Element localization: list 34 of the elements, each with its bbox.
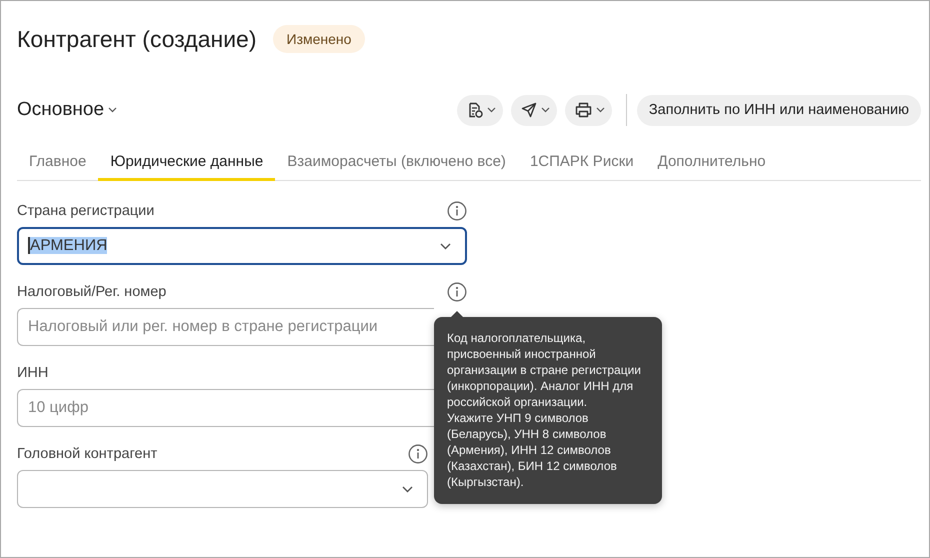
input-field[interactable]: 10 цифр — [17, 389, 434, 427]
info-icon[interactable] — [447, 282, 467, 302]
dropdown-icon — [440, 242, 451, 250]
printer-icon — [574, 102, 592, 118]
send-menu-button[interactable] — [510, 94, 557, 126]
select-field[interactable] — [17, 470, 428, 508]
caret-icon — [540, 107, 550, 113]
field-label: Налоговый/Рег. номер — [17, 284, 166, 300]
status-badge: Изменено — [272, 25, 366, 53]
field-label: Головной контрагент — [17, 446, 158, 462]
caret-icon — [596, 107, 605, 113]
tab[interactable]: Взаиморасчеты (включено все) — [275, 145, 518, 181]
select-field[interactable]: АРМЕНИЯ — [17, 227, 467, 265]
fill-by-inn-button[interactable]: Заполнить по ИНН или наименованию — [636, 94, 921, 126]
window-title: Контрагент (создание) — [17, 26, 257, 52]
dropdown-icon — [402, 486, 413, 492]
input-field[interactable]: Налоговый или рег. номер в стране регистрации — [17, 308, 434, 346]
tab[interactable]: Дополнительно — [646, 145, 778, 181]
tab[interactable]: 1СПАРК Риски — [518, 145, 646, 181]
info-icon[interactable] — [408, 444, 428, 464]
tab[interactable]: Юридические данные — [98, 145, 276, 181]
tooltip-arrow — [451, 311, 463, 317]
section-menu[interactable]: Основное — [17, 99, 118, 121]
caret-icon — [486, 107, 496, 113]
send-icon — [520, 102, 537, 118]
caret-icon — [108, 107, 118, 113]
tooltip: Код налогоплательщика, присвоенный иностранной организации в стране регистрации (инкорпорации). Аналог ИНН для российской организации. Укажите УНП 9 символов (Беларусь), УНН 8 символов (Армения), ИНН 12 символов (Казахстан), БИН 12 символов (Кыргызстан). — [434, 317, 662, 504]
field-label: ИНН — [17, 365, 48, 381]
field-label: Страна регистрации — [17, 203, 154, 219]
tab[interactable]: Главное — [17, 145, 98, 181]
print-menu-button[interactable] — [564, 94, 612, 126]
document-icon — [466, 102, 483, 118]
report-menu-button[interactable] — [456, 94, 503, 126]
info-icon[interactable] — [447, 201, 467, 221]
